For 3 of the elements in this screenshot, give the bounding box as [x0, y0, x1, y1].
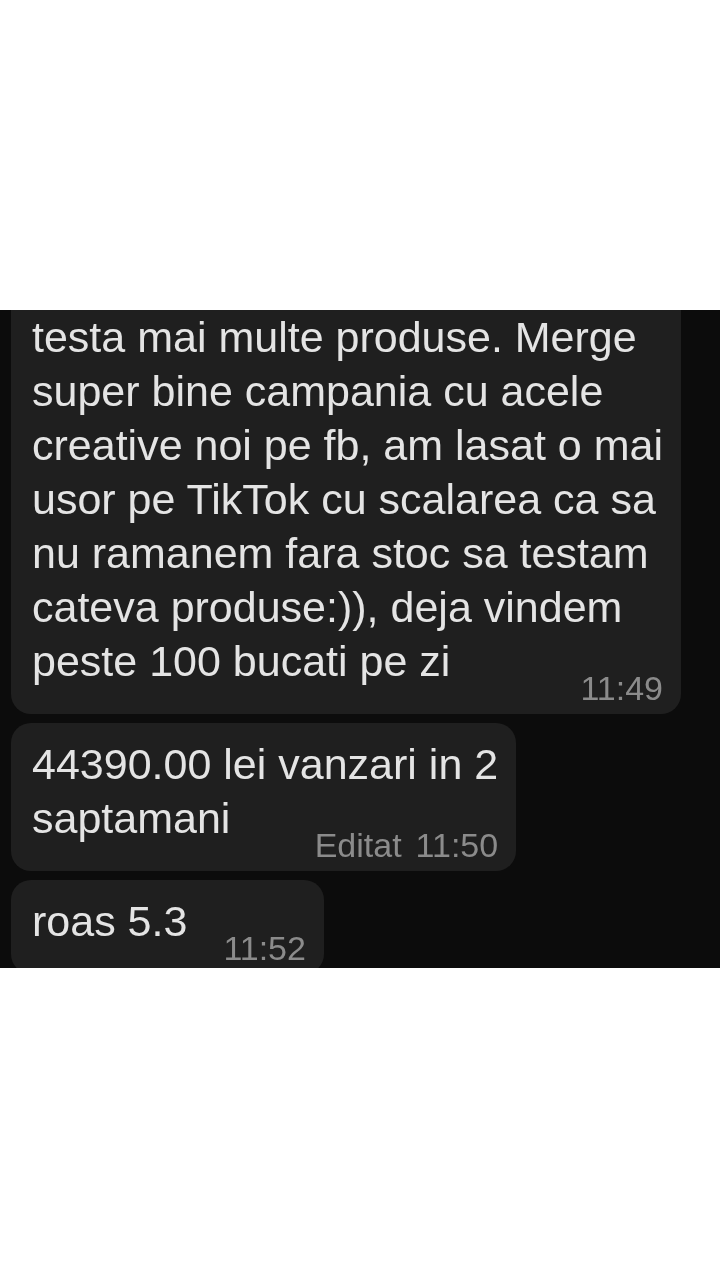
message-time: 11:52 — [223, 928, 306, 968]
message-time: 11:50 — [415, 825, 499, 865]
message-text: roas 5.3 — [32, 897, 188, 945]
